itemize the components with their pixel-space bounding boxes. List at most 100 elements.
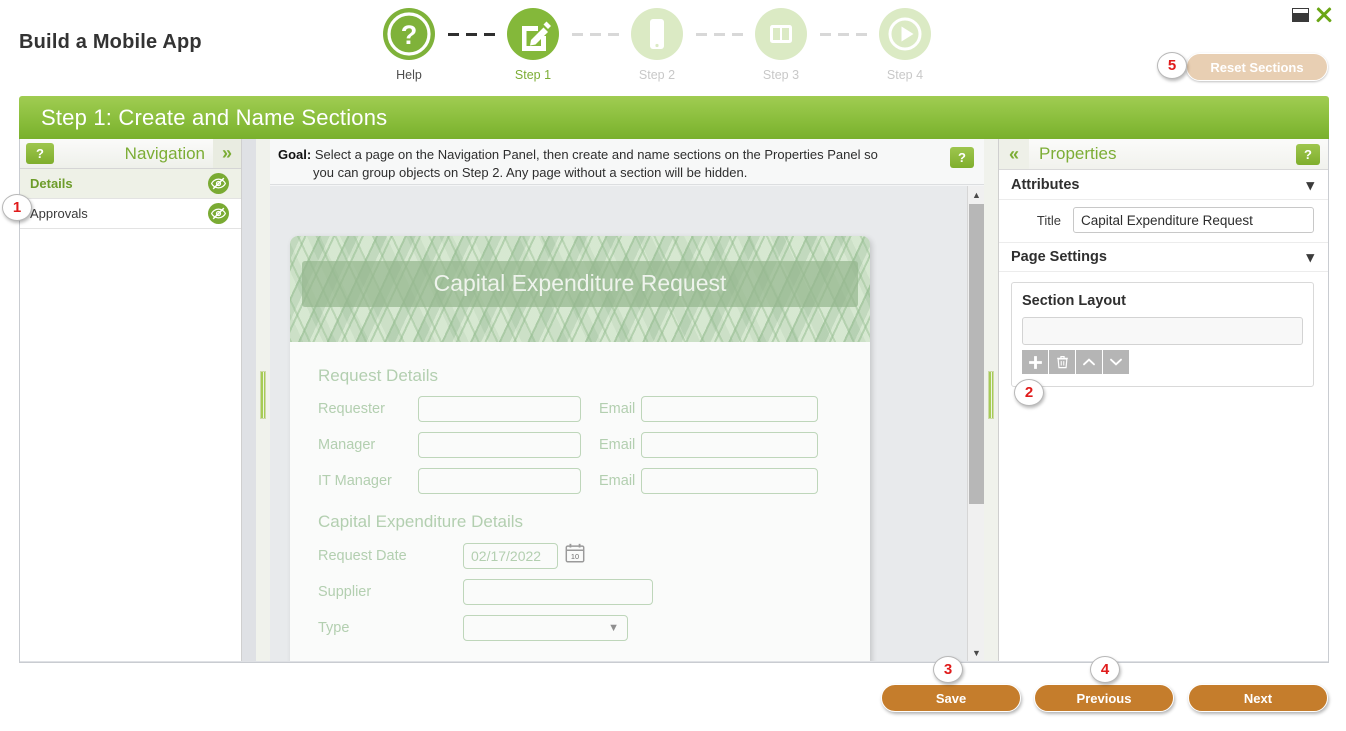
chevron-down-icon: ▼: [608, 622, 619, 634]
navigation-panel: ? Navigation » Details Approvals: [20, 139, 242, 661]
step-help[interactable]: ? Help: [378, 6, 440, 82]
save-button[interactable]: Save: [881, 684, 1021, 712]
close-icon[interactable]: [1315, 6, 1333, 24]
application-window: Build a Mobile App ? Help Step 1 Step 2 …: [0, 0, 1346, 731]
triangle-up-icon[interactable]: ▲: [968, 186, 984, 203]
svg-text:10: 10: [571, 552, 579, 561]
calendar-icon[interactable]: 10: [564, 542, 586, 569]
properties-help-button[interactable]: ?: [1296, 143, 1320, 165]
step-header-title: Step 1: Create and Name Sections: [41, 104, 388, 130]
it-manager-email-input[interactable]: [641, 468, 818, 494]
chevron-double-left-icon[interactable]: «: [999, 139, 1029, 169]
it-manager-input[interactable]: [418, 468, 581, 494]
section-layout-list[interactable]: [1022, 317, 1303, 345]
restore-icon[interactable]: [1292, 8, 1309, 22]
request-date-input[interactable]: 02/17/2022: [463, 542, 558, 569]
step-4[interactable]: Step 4: [874, 6, 936, 82]
form-row-it-manager: IT Manager Email: [290, 458, 870, 494]
chevron-down-icon: ▾: [1306, 249, 1314, 266]
columns-layout-icon: [753, 6, 809, 62]
properties-title: Properties: [1039, 144, 1117, 163]
attributes-accordion[interactable]: Attributes ▾: [999, 170, 1328, 200]
manager-email-input[interactable]: [641, 432, 818, 458]
section-layout-toolbar: [1022, 350, 1303, 374]
delete-section-button[interactable]: [1049, 350, 1075, 374]
goal-bar: Goal: Select a page on the Navigation Pa…: [270, 139, 984, 185]
goal-text: Goal: Select a page on the Navigation Pa…: [274, 146, 950, 181]
form-row-type: Type ▼: [290, 605, 870, 641]
move-section-down-button[interactable]: [1103, 350, 1129, 374]
step-label: Step 4: [886, 68, 924, 82]
section-layout-heading: Section Layout: [1022, 293, 1126, 309]
stepper-connector-4: [812, 6, 874, 62]
play-circle-icon: [877, 6, 933, 62]
pencil-edit-icon: [505, 6, 561, 62]
title-input[interactable]: Capital Expenditure Request: [1073, 207, 1314, 233]
step-1[interactable]: Step 1: [502, 6, 564, 82]
manager-email-label: Email: [599, 437, 636, 453]
step-2[interactable]: Step 2: [626, 6, 688, 82]
step-label: Help: [396, 68, 422, 82]
form-row-requester: Requester Email: [290, 386, 870, 422]
question-mark-icon: ?: [381, 6, 437, 62]
chevron-double-right-icon[interactable]: »: [213, 139, 241, 168]
reset-sections-button[interactable]: Reset Sections: [1186, 53, 1328, 81]
canvas-scrollbar[interactable]: ▲ ▼: [967, 186, 984, 661]
form-section-heading-2: Capital Expenditure Details: [318, 512, 524, 531]
callout-badge-2: 2: [1014, 379, 1044, 406]
stepper-connector-3: [688, 6, 750, 62]
page-settings-accordion[interactable]: Page Settings ▾: [999, 242, 1328, 272]
right-splitter[interactable]: [984, 139, 998, 661]
it-manager-label: IT Manager: [318, 473, 392, 489]
add-section-button[interactable]: [1022, 350, 1048, 374]
sidebar-item-approvals[interactable]: Approvals: [20, 199, 241, 229]
manager-label: Manager: [318, 437, 376, 453]
requester-email-input[interactable]: [641, 396, 818, 422]
left-splitter[interactable]: [256, 139, 270, 661]
title-label: Title: [1036, 212, 1061, 228]
requester-input[interactable]: [418, 396, 581, 422]
title-attribute-row: Title Capital Expenditure Request: [999, 200, 1328, 233]
move-section-up-button[interactable]: [1076, 350, 1102, 374]
step-3[interactable]: Step 3: [750, 6, 812, 82]
svg-text:?: ?: [401, 20, 418, 50]
requester-email-label: Email: [599, 401, 636, 417]
scrollbar-thumb[interactable]: [969, 204, 984, 504]
sidebar-item-details[interactable]: Details: [20, 169, 241, 199]
request-date-label: Request Date: [318, 547, 407, 564]
page-title: Build a Mobile App: [19, 31, 202, 53]
stepper-connector-1: [440, 6, 502, 62]
requester-label: Requester: [318, 401, 385, 417]
form-preview-card: Capital Expenditure Request Request Deta…: [290, 236, 870, 661]
form-banner: Capital Expenditure Request: [290, 236, 870, 342]
callout-badge-3: 3: [933, 656, 963, 683]
manager-input[interactable]: [418, 432, 581, 458]
type-dropdown[interactable]: ▼: [463, 615, 628, 641]
properties-header: « Properties ?: [999, 139, 1328, 170]
mobile-phone-icon: [629, 6, 685, 62]
step-header: Step 1: Create and Name Sections: [19, 96, 1329, 139]
goal-help-button[interactable]: ?: [950, 147, 974, 168]
navigation-help-button[interactable]: ?: [26, 143, 54, 164]
splitter-grip[interactable]: [260, 371, 266, 419]
navigation-header: ? Navigation »: [20, 139, 241, 169]
wizard-stepper: ? Help Step 1 Step 2 Step 3 Step 4: [378, 6, 936, 82]
eye-slash-icon[interactable]: [208, 173, 229, 194]
triangle-down-icon[interactable]: ▼: [968, 644, 984, 661]
eye-slash-icon[interactable]: [208, 203, 229, 224]
form-section-heading: Request Details: [318, 366, 439, 385]
step-label: Step 3: [762, 68, 800, 82]
supplier-input[interactable]: [463, 579, 653, 605]
form-row-supplier: Supplier: [290, 569, 870, 605]
splitter-grip[interactable]: [988, 371, 994, 419]
next-button[interactable]: Next: [1188, 684, 1328, 712]
callout-badge-4: 4: [1090, 656, 1120, 683]
workspace: ? Navigation » Details Approvals Goal: S…: [19, 139, 1329, 663]
properties-panel: « Properties ? Attributes ▾ Title Capita…: [998, 139, 1328, 661]
callout-badge-1: 1: [2, 194, 32, 221]
goal-line-1: Select a page on the Navigation Panel, t…: [314, 147, 878, 162]
step-label: Step 2: [638, 68, 676, 82]
reset-sections-wrap: Reset Sections: [1186, 53, 1328, 81]
page-settings-label: Page Settings: [1011, 249, 1107, 265]
previous-button[interactable]: Previous: [1034, 684, 1174, 712]
